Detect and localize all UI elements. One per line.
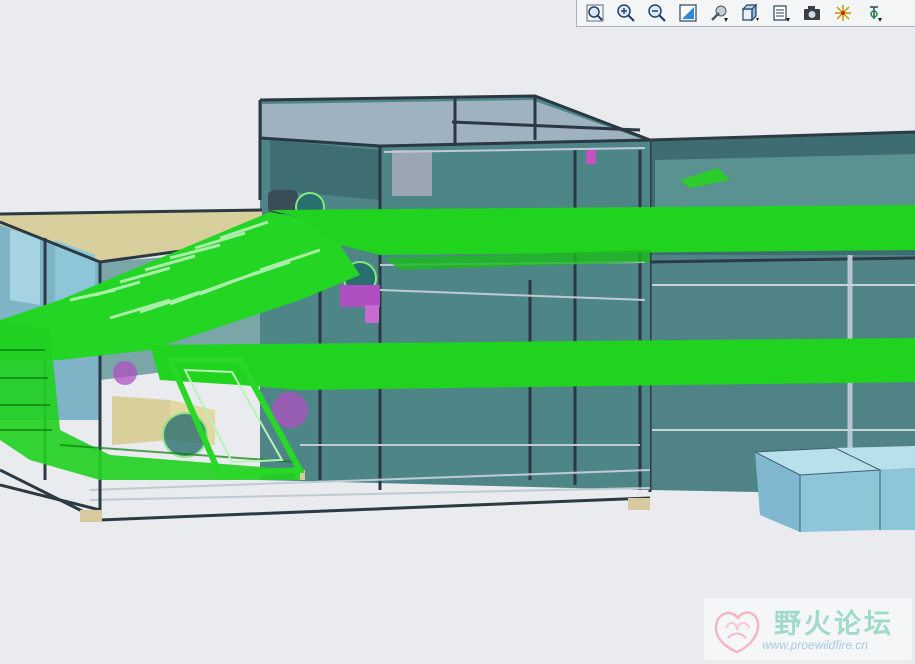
orient-icon xyxy=(711,5,728,22)
zoom-in-icon xyxy=(617,4,635,22)
repaint-button[interactable] xyxy=(676,2,700,24)
saved-views-icon xyxy=(773,5,790,22)
display-style-button[interactable] xyxy=(738,2,762,24)
zoom-in-button[interactable] xyxy=(614,2,638,24)
camera-icon xyxy=(804,6,820,20)
forum-watermark: 野火论坛 www.proewildfire.cn xyxy=(704,598,912,660)
datum-display-icon xyxy=(870,6,882,22)
repaint-icon xyxy=(679,4,697,22)
datum-display-button[interactable] xyxy=(862,2,886,24)
zoom-out-button[interactable] xyxy=(645,2,669,24)
camera-button[interactable] xyxy=(800,2,824,24)
forum-logo-icon xyxy=(714,611,760,654)
rear-conveyor-frame xyxy=(648,130,915,495)
spin-center-button[interactable] xyxy=(831,2,855,24)
zoom-fit-icon xyxy=(586,4,604,22)
orient-button[interactable] xyxy=(707,2,731,24)
display-style-icon xyxy=(741,3,759,22)
model-viewport[interactable] xyxy=(0,0,915,664)
watermark-url: www.proewildfire.cn xyxy=(762,638,869,652)
saved-views-button[interactable] xyxy=(769,2,793,24)
spin-center-icon xyxy=(835,5,851,21)
watermark-title: 野火论坛 xyxy=(774,609,894,640)
zoom-out-icon xyxy=(648,4,666,22)
collection-bins xyxy=(754,446,915,532)
zoom-fit-button[interactable] xyxy=(583,2,607,24)
view-toolbar xyxy=(576,0,915,27)
